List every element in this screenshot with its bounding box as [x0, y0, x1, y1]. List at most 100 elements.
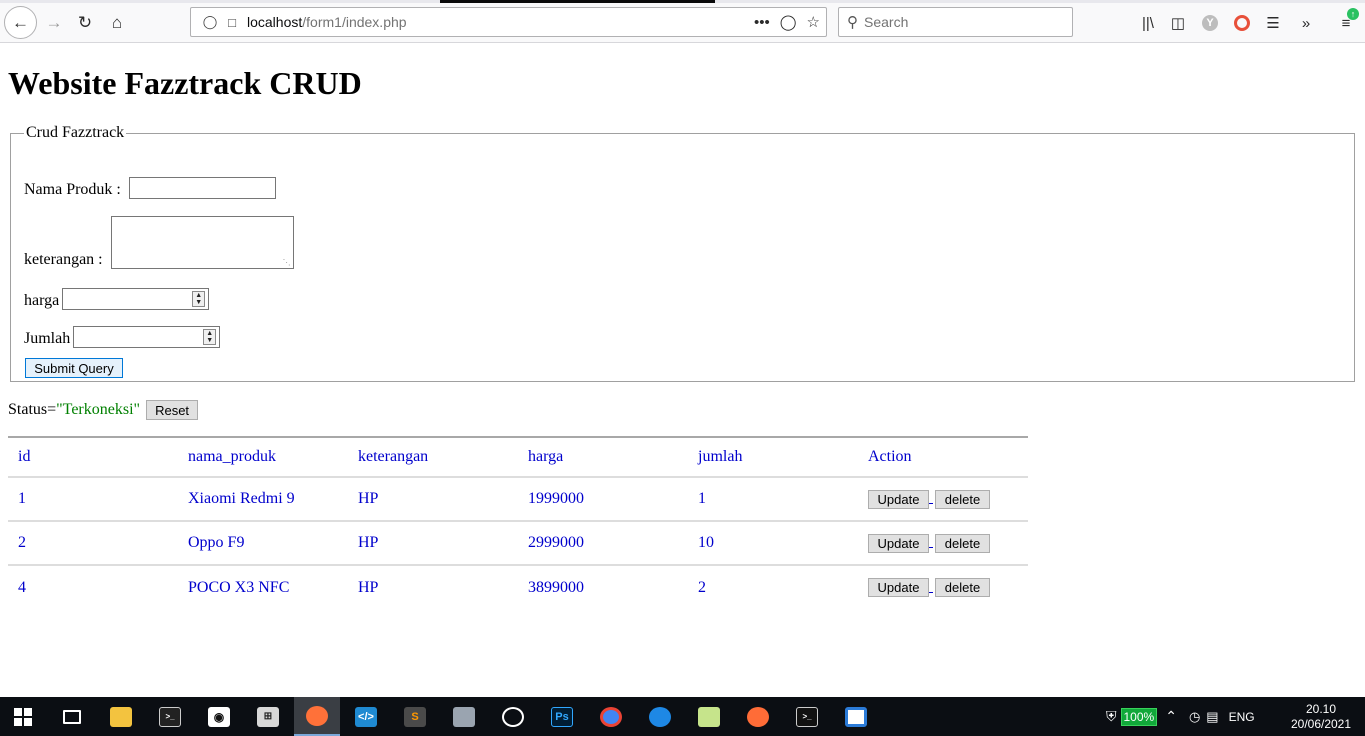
- table-row: 4 POCO X3 NFC HP 3899000 2 Update delete: [8, 565, 1028, 609]
- cell-nama-produk: Xiaomi Redmi 9: [178, 477, 348, 522]
- update-button[interactable]: Update: [868, 533, 929, 553]
- postman-icon[interactable]: [735, 697, 781, 736]
- jumlah-number-input[interactable]: ▲ ▼: [73, 326, 221, 348]
- cell-id: 1: [8, 477, 178, 522]
- url-path: /form1/index.php: [302, 14, 407, 30]
- notes-icon[interactable]: [686, 697, 732, 736]
- status-row: Status= "Terkoneksi" Reset: [8, 400, 199, 420]
- delete-button[interactable]: delete: [935, 533, 990, 553]
- url-text[interactable]: localhost/form1/index.php: [247, 14, 407, 30]
- update-badge-icon: ↑: [1347, 8, 1359, 20]
- delete-button[interactable]: delete: [935, 578, 990, 597]
- cell-nama-produk: POCO X3 NFC: [188, 578, 290, 596]
- harga-spinner-icon[interactable]: ▲ ▼: [192, 291, 206, 307]
- link-separator[interactable]: [929, 583, 933, 593]
- extension-grid-icon[interactable]: ☰: [1260, 7, 1286, 39]
- browser-toolbar: ← → ↻ ⌂ ◯ □ localhost/form1/index.php ••…: [0, 3, 1365, 43]
- page-actions-icon[interactable]: •••: [754, 14, 770, 31]
- media-player-icon[interactable]: [490, 697, 536, 736]
- notification-chat-icon[interactable]: ▤: [1206, 709, 1218, 725]
- link-separator[interactable]: [929, 538, 933, 548]
- update-button[interactable]: Update: [868, 489, 929, 509]
- status-value: "Terkoneksi": [56, 401, 141, 418]
- overflow-chevron-icon[interactable]: »: [1293, 7, 1319, 39]
- vscode-icon[interactable]: </>: [343, 697, 389, 736]
- table-header-row: id nama_produk keterangan harga jumlah A…: [8, 436, 1028, 478]
- status-prefix: Status=: [8, 401, 57, 418]
- search-icon: ⚲: [847, 14, 858, 31]
- sidebar-icon[interactable]: ◫: [1165, 7, 1191, 39]
- page-content: Website Fazztrack CRUD Crud Fazztrack Na…: [0, 44, 1365, 696]
- windows-logo-icon: [14, 707, 32, 726]
- photoshop-icon[interactable]: Ps: [539, 697, 585, 736]
- cell-id: 4: [18, 578, 26, 596]
- pocket-icon[interactable]: ◯: [780, 13, 797, 31]
- harga-number-input[interactable]: ▲ ▼: [62, 288, 210, 310]
- defender-shield-icon[interactable]: ⛨: [1106, 708, 1117, 725]
- task-view-icon[interactable]: [49, 697, 95, 736]
- extension-record-icon[interactable]: [1229, 7, 1255, 39]
- cell-jumlah: 2: [698, 578, 706, 596]
- tracking-shield-icon[interactable]: ◯: [199, 14, 221, 30]
- keterangan-textarea[interactable]: ⋱: [110, 216, 294, 269]
- cell-action: Update delete: [858, 477, 1028, 522]
- page-info-icon[interactable]: □: [221, 15, 243, 30]
- submit-button[interactable]: Submit Query: [25, 358, 123, 378]
- command-prompt-icon[interactable]: >_: [784, 697, 830, 736]
- cell-jumlah: 1: [688, 477, 858, 522]
- harga-row: harga ▲ ▼: [24, 288, 210, 310]
- table-row: 2 Oppo F9 HP 2999000 10 Update delete: [8, 521, 1028, 566]
- sublime-text-icon[interactable]: S: [392, 697, 438, 736]
- crud-fieldset: Crud Fazztrack Nama Produk : keterangan …: [10, 124, 1355, 382]
- nama-produk-input[interactable]: [128, 177, 276, 199]
- jumlah-row: Jumlah ▲ ▼: [24, 326, 221, 348]
- library-icon[interactable]: ||\: [1135, 7, 1161, 39]
- chrome-icon[interactable]: [588, 697, 634, 736]
- reload-icon[interactable]: ↻: [69, 7, 101, 39]
- url-host: localhost: [247, 14, 303, 30]
- header-id: id: [8, 436, 178, 478]
- terminal-icon[interactable]: >_: [147, 697, 193, 736]
- photo-viewer-icon[interactable]: [441, 697, 487, 736]
- cell-harga: 1999000: [518, 477, 688, 522]
- search-placeholder: Search: [864, 14, 909, 30]
- camera-icon[interactable]: ◉: [196, 697, 242, 736]
- harga-label: harga: [24, 292, 60, 309]
- resize-grip-icon[interactable]: ⋱: [283, 259, 291, 267]
- back-icon[interactable]: ←: [4, 6, 37, 39]
- cell-nama-produk: Oppo F9: [178, 521, 348, 566]
- jumlah-spinner-icon[interactable]: ▲ ▼: [203, 329, 217, 345]
- nama-produk-row: Nama Produk :: [24, 177, 276, 199]
- start-button[interactable]: [0, 697, 46, 736]
- page-title: Website Fazztrack CRUD: [8, 65, 362, 101]
- clock[interactable]: 20.10 20/06/2021: [1284, 697, 1358, 736]
- reset-button[interactable]: Reset: [146, 400, 199, 420]
- battery-indicator[interactable]: 100%: [1120, 707, 1158, 726]
- tray-chevron-icon[interactable]: ⌃: [1165, 708, 1177, 725]
- search-input[interactable]: ⚲ Search: [838, 7, 1073, 37]
- forward-icon[interactable]: →: [38, 7, 70, 39]
- url-bar[interactable]: ◯ □ localhost/form1/index.php ••• ◯ ☆: [190, 7, 827, 37]
- extension-y-icon[interactable]: Y: [1197, 7, 1223, 39]
- table-row: 1 Xiaomi Redmi 9 HP 1999000 1 Update dele…: [8, 477, 1028, 522]
- cell-keterangan: HP: [348, 521, 518, 566]
- wifi-icon[interactable]: ◷: [1189, 709, 1200, 725]
- header-action: Action: [858, 436, 1028, 478]
- calculator-icon[interactable]: ⊞: [245, 697, 291, 736]
- cell-keterangan: HP: [348, 477, 518, 522]
- language-indicator[interactable]: ENG: [1229, 710, 1255, 724]
- fieldset-legend: Crud Fazztrack: [26, 124, 125, 141]
- file-explorer-icon[interactable]: [98, 697, 144, 736]
- firefox-icon[interactable]: [294, 697, 340, 736]
- cell-harga: 3899000: [528, 578, 584, 596]
- delete-button[interactable]: delete: [935, 489, 990, 509]
- edge-icon[interactable]: [637, 697, 683, 736]
- link-separator[interactable]: [929, 494, 933, 504]
- home-icon[interactable]: ⌂: [101, 7, 133, 39]
- cell-action: Update delete: [858, 565, 1028, 609]
- products-table: id nama_produk keterangan harga jumlah A…: [8, 436, 1028, 609]
- remote-desktop-icon[interactable]: [833, 697, 879, 736]
- bookmark-star-icon[interactable]: ☆: [807, 13, 820, 31]
- update-button[interactable]: Update: [868, 578, 929, 597]
- clock-date: 20/06/2021: [1290, 716, 1352, 731]
